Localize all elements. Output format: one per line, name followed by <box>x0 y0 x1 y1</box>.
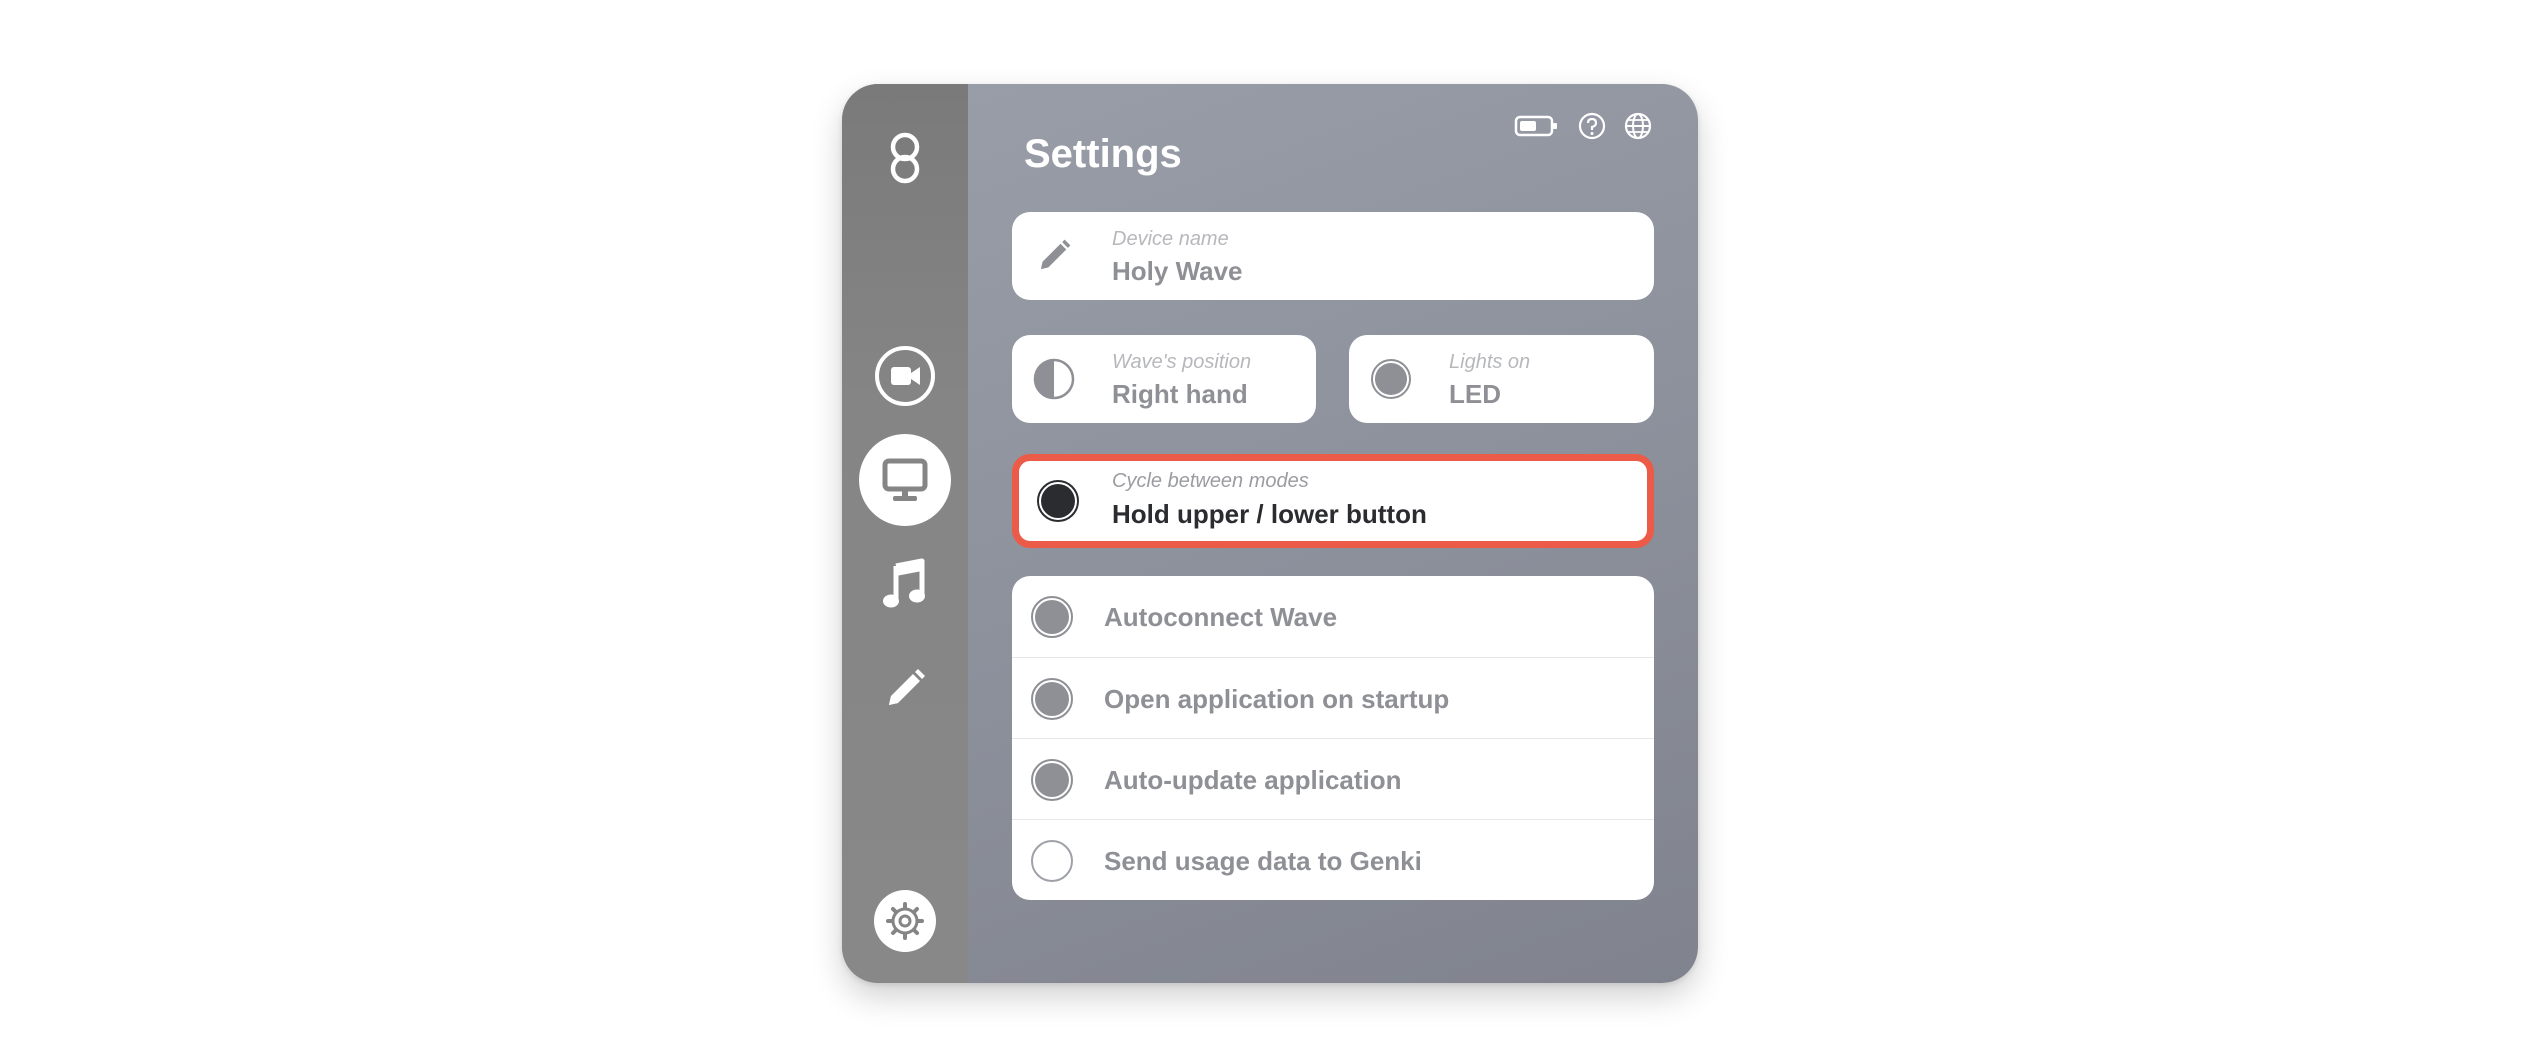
sidebar <box>842 84 968 983</box>
wave-position-label: Wave's position <box>1112 351 1252 373</box>
device-name-value[interactable]: Holy Wave <box>1112 256 1243 287</box>
option-auto-update[interactable]: Auto-update application <box>1012 738 1654 819</box>
dark-circle-icon <box>1035 478 1081 524</box>
infinity-logo-icon <box>885 128 925 188</box>
lights-value: LED <box>1449 379 1501 409</box>
header-icons <box>1514 112 1652 140</box>
settings-window: Settings Device name Holy Wave Wave's po… <box>842 84 1698 983</box>
checked-radio-icon <box>1031 678 1073 720</box>
filled-circle-icon <box>1369 357 1413 401</box>
checked-radio-icon <box>1031 759 1073 801</box>
option-label: Autoconnect Wave <box>1104 602 1338 632</box>
sidebar-item-desktop[interactable] <box>859 434 951 526</box>
lights-label: Lights on <box>1449 351 1531 373</box>
option-label: Send usage data to Genki <box>1104 846 1422 876</box>
globe-icon[interactable] <box>1624 112 1652 140</box>
lights-selector[interactable]: Lights on LED <box>1349 335 1654 423</box>
cycle-modes-value: Hold upper / lower button <box>1112 499 1427 529</box>
cycle-modes-label: Cycle between modes <box>1112 470 1309 492</box>
sidebar-item-video[interactable] <box>874 345 936 407</box>
battery-icon[interactable] <box>1514 114 1560 138</box>
option-open-on-startup[interactable]: Open application on startup <box>1012 657 1654 738</box>
video-camera-icon <box>874 345 936 407</box>
help-icon[interactable] <box>1578 112 1606 140</box>
pencil-icon <box>1036 238 1072 274</box>
pencil-icon <box>883 667 927 711</box>
option-autoconnect[interactable]: Autoconnect Wave <box>1012 576 1654 657</box>
half-circle-icon <box>1032 357 1076 401</box>
unchecked-radio-icon <box>1031 840 1073 882</box>
option-label: Auto-update application <box>1104 765 1402 795</box>
music-note-icon <box>882 558 928 610</box>
device-name-field[interactable]: Device name Holy Wave <box>1012 212 1654 300</box>
sidebar-item-music[interactable] <box>882 558 928 610</box>
monitor-icon <box>880 455 930 505</box>
options-list: Autoconnect Wave Open application on sta… <box>1012 576 1654 900</box>
option-send-usage-data[interactable]: Send usage data to Genki <box>1012 819 1654 900</box>
gear-icon <box>885 901 925 941</box>
wave-position-selector[interactable]: Wave's position Right hand <box>1012 335 1316 423</box>
device-name-label: Device name <box>1112 228 1229 250</box>
cycle-modes-selector[interactable]: Cycle between modes Hold upper / lower b… <box>1012 454 1654 548</box>
wave-position-value: Right hand <box>1112 379 1248 409</box>
settings-gear-button[interactable] <box>874 890 936 952</box>
checked-radio-icon <box>1031 596 1073 638</box>
option-label: Open application on startup <box>1104 684 1450 714</box>
sidebar-item-edit[interactable] <box>883 667 927 711</box>
page-title: Settings <box>1024 132 1182 176</box>
